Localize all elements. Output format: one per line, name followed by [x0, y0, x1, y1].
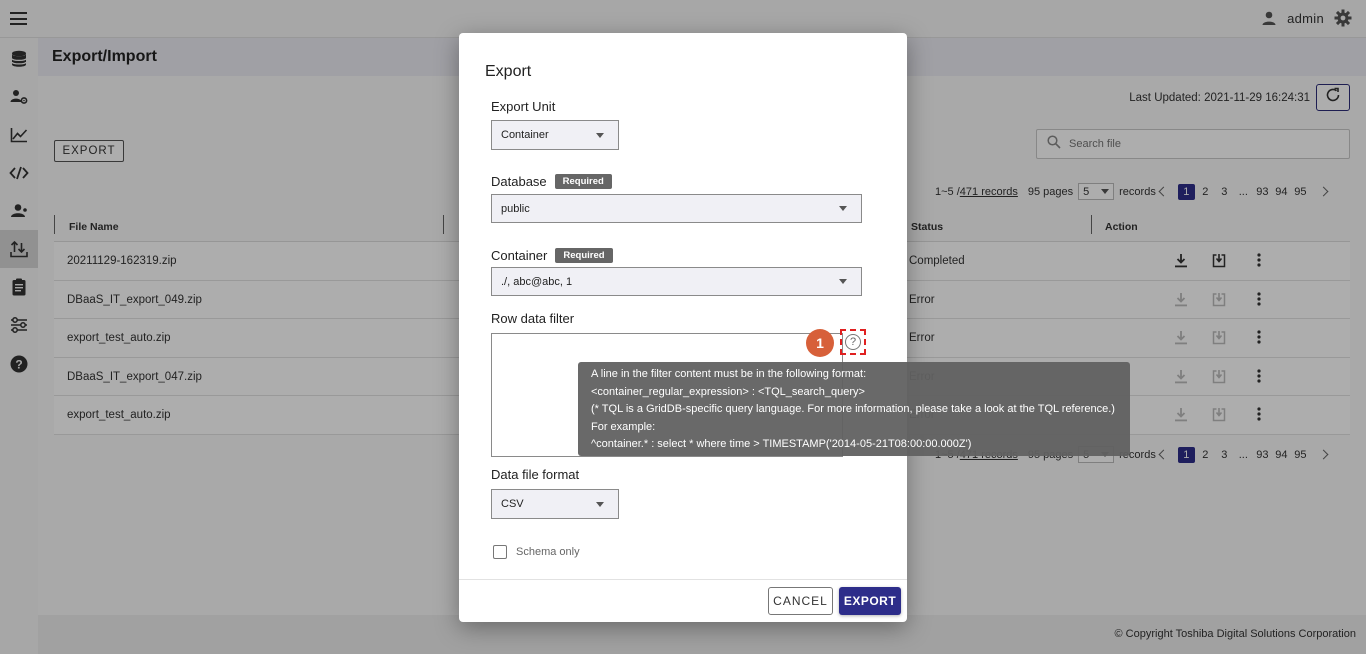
tooltip-line: For example:	[591, 420, 656, 433]
export-unit-value: Container	[501, 129, 549, 141]
database-value: public	[501, 202, 530, 215]
schema-only-label: Schema only	[516, 546, 580, 558]
row-filter-help-button[interactable]: ?	[840, 329, 866, 355]
tooltip-line: ^container.* : select * where time > TIM…	[591, 438, 972, 450]
database-select[interactable]: public	[491, 194, 862, 223]
data-format-select[interactable]: CSV	[491, 489, 619, 519]
step-badge: 1	[806, 329, 834, 357]
container-value: ./, abc@abc, 1	[501, 275, 573, 288]
required-badge: Required	[555, 248, 613, 263]
row-filter-tooltip: A line in the filter content must be in …	[578, 362, 1130, 456]
chevron-down-icon	[839, 279, 847, 284]
tooltip-line: A line in the filter content must be in …	[591, 368, 867, 380]
container-select[interactable]: ./, abc@abc, 1	[491, 267, 862, 296]
export-dialog: Export Export Unit Container Database Re…	[459, 33, 907, 622]
dialog-title: Export	[485, 63, 532, 80]
data-format-label: Data file format	[491, 467, 580, 482]
container-label: Container Required	[491, 248, 613, 263]
database-label: Database Required	[491, 174, 612, 189]
chevron-down-icon	[596, 501, 604, 507]
tooltip-line: (* TQL is a GridDB-specific query langua…	[591, 403, 1115, 415]
data-format-value: CSV	[501, 498, 524, 510]
row-filter-label: Row data filter	[491, 311, 575, 326]
cancel-button[interactable]: CANCEL	[768, 587, 833, 615]
export-unit-select[interactable]: Container	[491, 120, 619, 150]
help-circle-icon: ?	[845, 334, 861, 350]
dialog-divider	[459, 579, 907, 580]
chevron-down-icon	[839, 206, 847, 211]
export-button[interactable]: EXPORT	[839, 587, 901, 615]
export-unit-label: Export Unit	[491, 99, 556, 114]
tooltip-line: <container_regular_expression> : <TQL_se…	[591, 385, 865, 398]
chevron-down-icon	[596, 132, 604, 138]
schema-only-checkbox[interactable]	[493, 545, 507, 559]
schema-only-option[interactable]: Schema only	[493, 545, 580, 559]
required-badge: Required	[554, 174, 612, 189]
